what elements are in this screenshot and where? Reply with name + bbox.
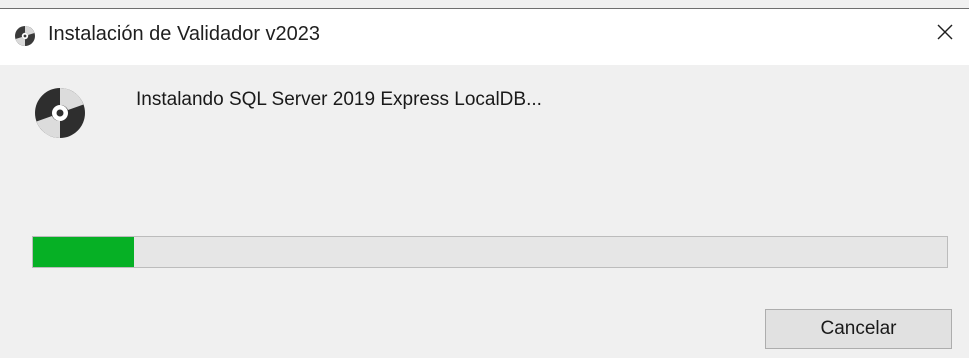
window-title: Instalación de Validador v2023 (48, 23, 321, 45)
progress-bar-fill (33, 237, 134, 267)
title-bar[interactable]: Instalación de Validador v2023 (0, 9, 969, 65)
install-status-text: Instalando SQL Server 2019 Express Local… (136, 89, 542, 110)
install-progress-bar (32, 236, 948, 268)
installer-window: Instalación de Validador v2023 Instaland… (0, 0, 969, 358)
disc-installer-icon (32, 85, 88, 141)
disc-installer-icon (14, 25, 36, 47)
close-button[interactable] (921, 9, 969, 59)
cancel-button[interactable]: Cancelar (765, 309, 952, 349)
dialog-content: Instalando SQL Server 2019 Express Local… (0, 65, 969, 358)
close-icon (935, 22, 955, 47)
